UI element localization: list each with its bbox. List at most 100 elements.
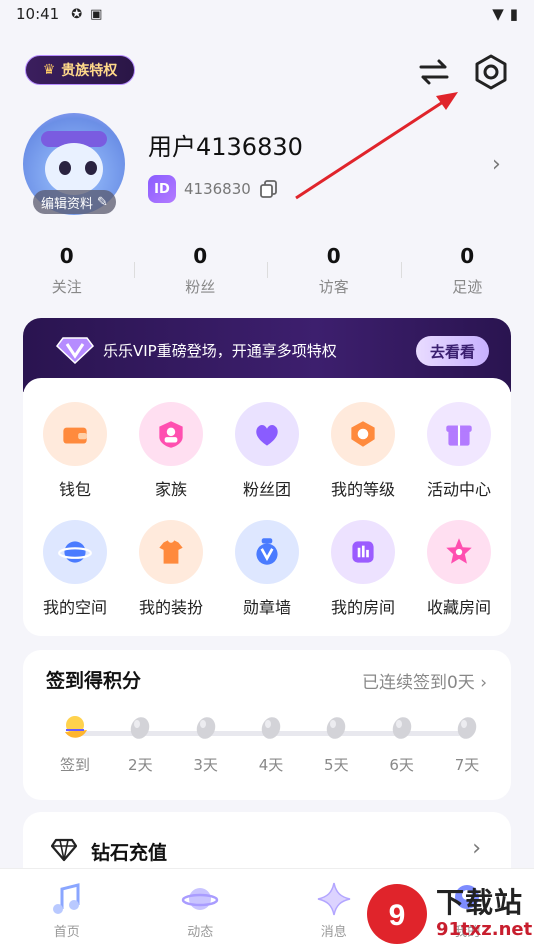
bean-icon [327, 717, 346, 739]
grid-item-room[interactable]: 我的房间 [319, 520, 407, 618]
planet-tab-icon [182, 888, 219, 910]
grid-item-outfit[interactable]: 我的装扮 [127, 520, 215, 618]
tab-home[interactable]: 首页 [0, 869, 134, 950]
outfit-icon [139, 520, 203, 584]
signin-day-label: 签到 [59, 756, 90, 774]
watermark-title: 下载站 [436, 886, 524, 919]
signin-day: 6天 [374, 712, 430, 775]
level-icon [331, 402, 395, 466]
signin-day-label: 4天 [258, 756, 284, 774]
stat-visitors[interactable]: 0 访客 [267, 244, 401, 297]
username: 用户4136830 [148, 133, 303, 161]
vip-banner-text: 乐乐VIP重磅登场，开通享多项特权 [103, 342, 337, 360]
app-notification-icon: ▣ [90, 6, 103, 22]
switch-account-icon[interactable] [414, 52, 454, 92]
tab-label: 消息 [320, 925, 347, 940]
noble-privilege-label: 贵族特权 [61, 63, 118, 79]
settings-icon[interactable] [471, 52, 511, 92]
bean-icon [131, 717, 150, 739]
grid-item-label: 收藏房间 [426, 598, 491, 617]
stat-label: 访客 [318, 278, 349, 296]
music-note-icon [52, 883, 80, 914]
status-time: 10:41 [16, 5, 60, 23]
family-icon [139, 402, 203, 466]
stat-label: 足迹 [452, 278, 483, 296]
tab-feed[interactable]: 动态 [134, 869, 268, 950]
stat-footprints[interactable]: 0 足迹 [400, 244, 534, 297]
stat-value: 0 [59, 244, 74, 268]
grid-item-label: 我的房间 [330, 598, 395, 617]
wallet-icon [43, 402, 107, 466]
bean-icon [392, 717, 411, 739]
id-badge: ID [148, 175, 176, 203]
site-watermark: 9 下载站 91txz.net [362, 878, 534, 950]
bean-icon [261, 717, 281, 739]
pencil-icon: ✎ [97, 194, 108, 210]
grid-item-family[interactable]: 家族 [127, 402, 215, 500]
tab-label: 首页 [53, 925, 80, 940]
grid-item-label: 我的等级 [330, 480, 395, 499]
chevron-right-icon: › [480, 673, 487, 693]
stat-value: 0 [460, 244, 475, 268]
medal-icon [235, 520, 299, 584]
stat-label: 粉丝 [185, 278, 216, 296]
grid-item-medal[interactable]: 勋章墙 [223, 520, 311, 618]
grid-item-wallet[interactable]: 钱包 [31, 402, 119, 500]
diamond-icon [51, 838, 77, 862]
signin-day: 3天 [178, 712, 234, 775]
grid-item-planet[interactable]: 我的空间 [31, 520, 119, 618]
signin-status-link[interactable]: 已连续签到0天 › [362, 668, 487, 693]
copy-icon[interactable] [259, 179, 279, 199]
edit-profile-button[interactable]: 编辑资料 ✎ [33, 190, 116, 214]
grid-item-star[interactable]: 收藏房间 [415, 520, 503, 618]
stat-value: 0 [193, 244, 208, 268]
stat-following[interactable]: 0 关注 [0, 244, 134, 297]
diamond-chevron-right-icon: › [472, 836, 481, 861]
signin-day: 4天 [243, 712, 299, 775]
user-id-row: ID 4136830 [148, 175, 279, 203]
signin-day-label: 3天 [193, 756, 218, 774]
signin-title: 签到得积分 [46, 670, 142, 692]
grid-item-fan-club[interactable]: 粉丝团 [223, 402, 311, 500]
signin-day-label: 7天 [454, 756, 480, 774]
grid-item-label: 活动中心 [426, 480, 491, 499]
star-icon [427, 520, 491, 584]
vip-diamond-icon [55, 337, 95, 364]
stat-value: 0 [326, 244, 341, 268]
status-bar: 10:41 ✪ ▣ ▼ ▮ [0, 0, 534, 28]
grid-item-level[interactable]: 我的等级 [319, 402, 407, 500]
signin-day-label: 2天 [128, 756, 153, 774]
feature-grid: 钱包 家族 粉丝团 我的等级 活动中心 我的空间 我的装扮 勋章墙 我的房间 收… [23, 378, 511, 636]
signin-card: 签到得积分 已连续签到0天 › 签到 2天 3天 4天 5天 6天 7天 [23, 650, 511, 800]
battery-icon: ▮ [509, 5, 518, 23]
grid-item-label: 我的空间 [42, 598, 107, 617]
grid-item-label: 钱包 [58, 480, 91, 499]
grid-item-label: 粉丝团 [242, 480, 291, 499]
planet-icon [43, 520, 107, 584]
gift-icon [427, 402, 491, 466]
room-icon [331, 520, 395, 584]
signin-day: 7天 [439, 712, 495, 775]
sparkle-icon [317, 882, 350, 916]
grid-item-label: 勋章墙 [242, 598, 291, 617]
grid-item-label: 家族 [154, 480, 187, 499]
profile-stats: 0 关注 0 粉丝 0 访客 0 足迹 [0, 244, 534, 297]
user-id-value: 4136830 [184, 180, 251, 198]
sun-bean-icon [65, 716, 87, 738]
profile-chevron-right-icon[interactable]: › [492, 152, 501, 177]
edit-profile-label: 编辑资料 [41, 196, 94, 212]
crown-icon: ♛ [42, 62, 56, 78]
grid-item-label: 我的装扮 [138, 598, 203, 617]
diamond-recharge-title: 钻石充值 [91, 842, 168, 864]
signin-day: 5天 [308, 712, 364, 775]
stat-fans[interactable]: 0 粉丝 [133, 244, 268, 297]
signin-day-today[interactable]: 签到 [47, 712, 103, 775]
vip-view-button[interactable]: 去看看 [415, 336, 489, 366]
grid-item-gift[interactable]: 活动中心 [415, 402, 503, 500]
signin-day-label: 5天 [324, 756, 349, 774]
fan-club-icon [235, 402, 299, 466]
wifi-icon: ▼ [492, 5, 504, 23]
tab-label: 动态 [187, 925, 214, 940]
notification-icon: ✪ [71, 6, 83, 22]
noble-privilege-badge[interactable]: ♛ 贵族特权 [25, 55, 135, 85]
